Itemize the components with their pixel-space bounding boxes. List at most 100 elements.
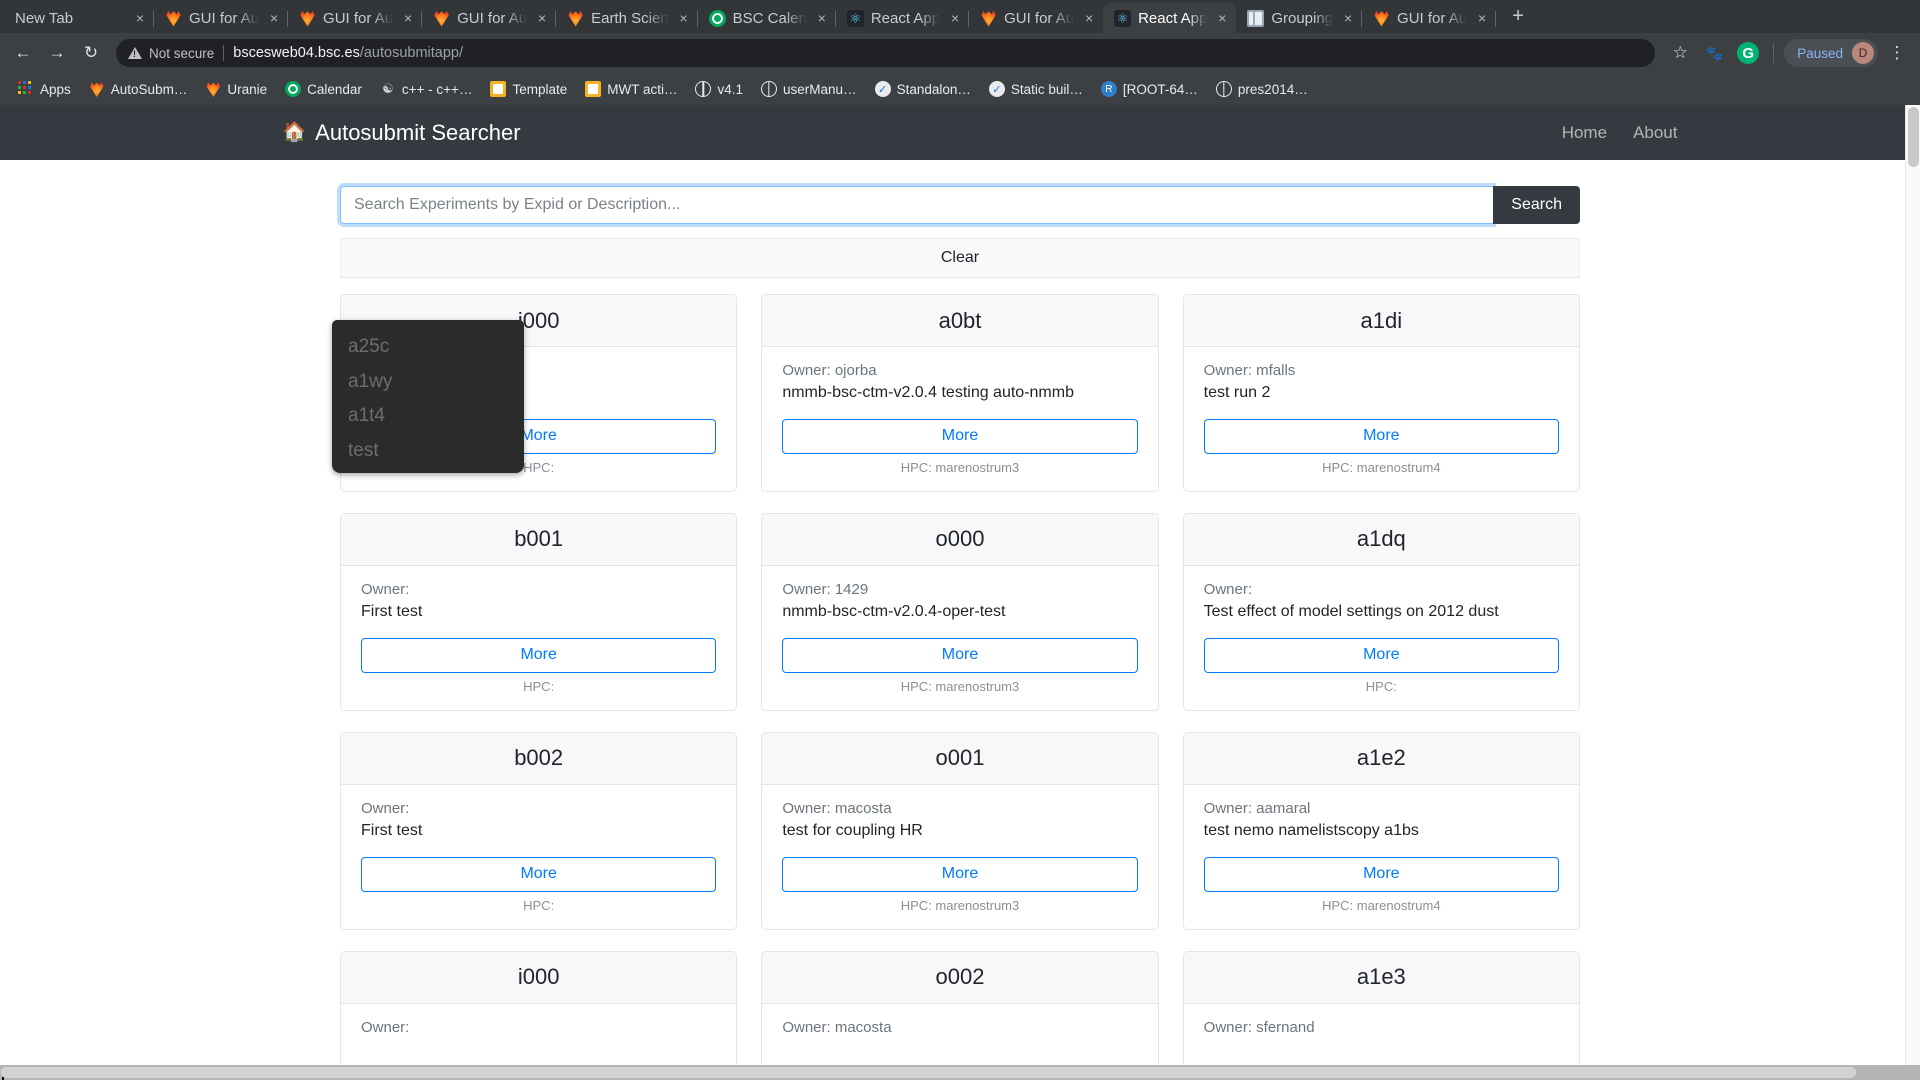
bookmark-label: Uranie bbox=[227, 81, 268, 97]
autocomplete-option[interactable]: test bbox=[332, 434, 524, 469]
card-description: First test bbox=[361, 603, 423, 621]
new-tab-button[interactable]: + bbox=[1504, 3, 1532, 31]
reload-icon[interactable]: ↻ bbox=[76, 38, 106, 68]
back-icon[interactable]: ← bbox=[8, 38, 38, 68]
horizontal-scrollbar[interactable] bbox=[0, 1065, 1920, 1080]
address-bar[interactable]: Not secure bscesweb04.bsc.es/autosubmita… bbox=[116, 39, 1656, 67]
clear-button[interactable]: Clear bbox=[340, 238, 1580, 278]
bookmark-item[interactable]: Calendar bbox=[277, 78, 370, 100]
bookmark-item[interactable]: AutoSubm… bbox=[81, 78, 196, 100]
bookmark-item[interactable]: [ROOT-64… bbox=[1093, 78, 1206, 100]
browser-tab[interactable]: GUI for Au × bbox=[1362, 3, 1497, 33]
autocomplete-option[interactable]: a25c bbox=[332, 330, 524, 365]
card-expid: o000 bbox=[762, 513, 1158, 566]
card-body: Owner: First test More HPC: bbox=[341, 566, 736, 710]
tab-title: GUI for Au bbox=[323, 9, 394, 27]
tab-close-icon[interactable]: × bbox=[814, 10, 830, 26]
vertical-scrollbar[interactable] bbox=[1905, 105, 1920, 1065]
forward-icon[interactable]: → bbox=[42, 38, 72, 68]
firefox-icon bbox=[166, 10, 181, 27]
browser-tab[interactable]: ⚛ React App × bbox=[836, 3, 970, 33]
bookmark-item[interactable]: pres2014… bbox=[1208, 78, 1316, 100]
extension-icon[interactable]: 🐾 bbox=[1699, 38, 1729, 68]
browser-tab[interactable]: BSC Calen × bbox=[698, 3, 837, 33]
bookmark-label: Apps bbox=[40, 81, 71, 97]
bookmark-star-icon[interactable]: ☆ bbox=[1665, 38, 1695, 68]
app-brand[interactable]: 🏠 Autosubmit Searcher bbox=[283, 120, 521, 146]
bookmark-item[interactable]: Static buil… bbox=[981, 78, 1091, 100]
calendar-icon bbox=[285, 81, 302, 97]
root-icon bbox=[1100, 81, 1117, 97]
bookmark-item[interactable]: Standalon… bbox=[867, 78, 979, 100]
profile-avatar[interactable]: G bbox=[1733, 38, 1763, 68]
firefox-icon bbox=[981, 10, 996, 27]
tab-title: GUI for Au bbox=[189, 9, 260, 27]
browser-tab[interactable]: Earth Scien × bbox=[556, 3, 698, 33]
more-button[interactable]: More bbox=[361, 856, 717, 892]
search-input[interactable] bbox=[340, 186, 1494, 224]
more-button[interactable]: More bbox=[361, 637, 717, 673]
vertical-scroll-thumb[interactable] bbox=[1908, 107, 1919, 167]
experiment-card: o001 Owner: macosta test for coupling HR Mo… bbox=[761, 731, 1159, 930]
firefox-icon bbox=[90, 82, 104, 97]
tab-close-icon[interactable]: × bbox=[1340, 10, 1356, 26]
more-button[interactable]: More bbox=[782, 637, 1138, 673]
horizontal-scroll-thumb[interactable] bbox=[1, 1067, 1856, 1078]
browser-toolbar: ← → ↻ Not secure bscesweb04.bsc.es/autos… bbox=[0, 33, 1920, 73]
bookmark-item[interactable]: Apps bbox=[10, 78, 79, 100]
more-button[interactable]: More bbox=[1203, 856, 1559, 892]
tab-close-icon[interactable]: × bbox=[132, 10, 148, 26]
card-owner: Owner: 1429 bbox=[782, 580, 869, 598]
tab-close-icon[interactable]: × bbox=[947, 10, 963, 26]
more-button[interactable]: More bbox=[782, 418, 1138, 454]
nav-link-about[interactable]: About bbox=[1633, 123, 1677, 143]
autocomplete-dropdown[interactable]: a25c a1wy a1t4 test bbox=[332, 320, 524, 473]
sync-paused-chip[interactable]: Paused D bbox=[1784, 39, 1878, 67]
card-expid: o002 bbox=[762, 951, 1158, 1004]
browser-tab[interactable]: Grouping × bbox=[1236, 3, 1362, 33]
browser-menu-icon[interactable]: ⋮ bbox=[1882, 38, 1912, 68]
card-expid: o001 bbox=[762, 732, 1158, 785]
nav-link-home[interactable]: Home bbox=[1562, 123, 1607, 143]
experiment-card: a1e2 Owner: aamaral test nemo namelistscop… bbox=[1182, 731, 1580, 930]
browser-tab[interactable]: GUI for Au × bbox=[288, 3, 423, 33]
browser-tab[interactable]: New Tab × bbox=[4, 3, 154, 33]
more-button[interactable]: More bbox=[1203, 418, 1559, 454]
firefox-icon bbox=[568, 10, 583, 27]
autocomplete-option[interactable]: a1t4 bbox=[332, 399, 524, 434]
bookmark-item[interactable]: userManu… bbox=[753, 78, 865, 100]
tab-close-icon[interactable]: × bbox=[676, 10, 692, 26]
bookmark-item[interactable]: Uranie bbox=[197, 78, 275, 100]
bookmark-item[interactable]: v4.1 bbox=[687, 78, 751, 100]
browser-tab[interactable]: GUI for Au × bbox=[422, 3, 557, 33]
globe-icon bbox=[1215, 81, 1232, 97]
bookmark-item[interactable]: ☯ c++ - c++… bbox=[372, 78, 481, 100]
browser-tab[interactable]: ⚛ React App × bbox=[1103, 3, 1237, 33]
tab-close-icon[interactable]: × bbox=[266, 10, 282, 26]
bookmark-item[interactable]: MWT acti… bbox=[577, 78, 685, 100]
tab-title: GUI for Au bbox=[1004, 9, 1075, 27]
bookmark-item[interactable]: Template bbox=[482, 78, 575, 100]
tab-close-icon[interactable]: × bbox=[400, 10, 416, 26]
search-button[interactable]: Search bbox=[1493, 186, 1580, 224]
tab-close-icon[interactable]: × bbox=[1474, 10, 1490, 26]
tab-close-icon[interactable]: × bbox=[534, 10, 550, 26]
autocomplete-option[interactable]: a1wy bbox=[332, 365, 524, 400]
tab-title: React App bbox=[1138, 9, 1208, 27]
tab-title: BSC Calen bbox=[732, 9, 807, 27]
card-body: Owner: First test More HPC: bbox=[341, 785, 736, 929]
card-hpc: HPC: marenostrum4 bbox=[1322, 897, 1441, 913]
browser-tab[interactable]: GUI for Au × bbox=[154, 3, 289, 33]
card-body: Owner: macosta test for coupling HR More HP… bbox=[762, 785, 1157, 929]
experiment-card: i000Owner: MoreHPC: bbox=[340, 950, 738, 1080]
tab-close-icon[interactable]: × bbox=[1081, 10, 1097, 26]
browser-tab[interactable]: GUI for Au × bbox=[969, 3, 1103, 33]
bookmark-label: v4.1 bbox=[717, 81, 744, 97]
brand-label: Autosubmit Searcher bbox=[315, 119, 521, 145]
more-button[interactable]: More bbox=[1203, 637, 1559, 673]
tab-close-icon[interactable]: × bbox=[1214, 10, 1230, 26]
card-description bbox=[1204, 1039, 1559, 1061]
card-owner: Owner: bbox=[361, 799, 410, 817]
more-button[interactable]: More bbox=[782, 856, 1138, 892]
security-status[interactable]: Not secure bbox=[128, 46, 214, 61]
